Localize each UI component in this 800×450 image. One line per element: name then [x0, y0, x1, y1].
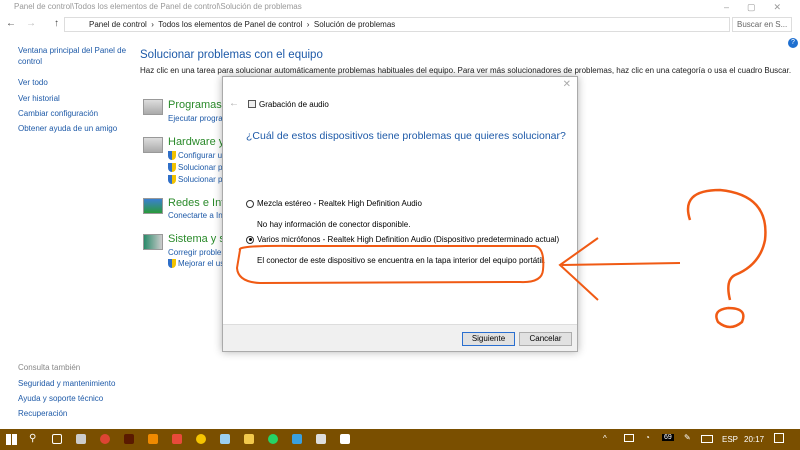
- taskbar: ⚲ ^ ◔ 69 ✎ ESP 20:17: [0, 429, 800, 450]
- chrome-icon[interactable]: [100, 434, 110, 444]
- illustrator-icon[interactable]: [124, 434, 134, 444]
- task-view-icon[interactable]: [52, 434, 62, 444]
- app-icon[interactable]: [340, 434, 350, 444]
- keyboard-icon[interactable]: [701, 435, 713, 443]
- annotation-question-mark: [686, 188, 767, 329]
- pen-icon[interactable]: ✎: [684, 433, 691, 442]
- app-icon[interactable]: [316, 434, 326, 444]
- clock[interactable]: 20:17: [744, 435, 764, 444]
- whatsapp-icon[interactable]: [268, 434, 278, 444]
- search-icon[interactable]: ⚲: [29, 433, 36, 444]
- app-c-icon[interactable]: [172, 434, 182, 444]
- annotation-circle: [235, 244, 545, 285]
- start-icon[interactable]: [6, 434, 17, 445]
- language-indicator[interactable]: ESP: [722, 435, 738, 444]
- app-icon[interactable]: [220, 434, 230, 444]
- annotation-arrow: [558, 237, 681, 301]
- sublime-icon[interactable]: [148, 434, 158, 444]
- tray-badge[interactable]: 69: [662, 434, 674, 441]
- app-icon[interactable]: [76, 434, 86, 444]
- file-explorer-icon[interactable]: [244, 434, 254, 444]
- notifications-icon[interactable]: [774, 433, 784, 443]
- app-a-icon[interactable]: [196, 434, 206, 444]
- annotation-overlay: [235, 188, 767, 329]
- battery-icon[interactable]: [624, 434, 634, 442]
- wifi-icon[interactable]: ◔: [645, 433, 650, 442]
- tray-chevron-icon[interactable]: ^: [603, 434, 607, 443]
- app-icon[interactable]: [292, 434, 302, 444]
